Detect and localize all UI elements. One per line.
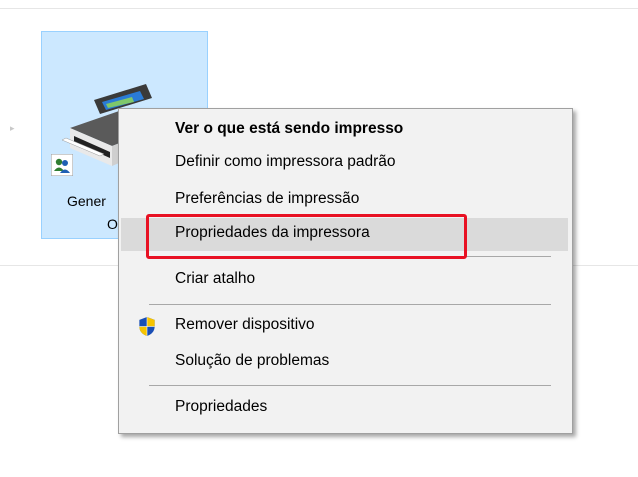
expand-arrow-icon: ▸ bbox=[10, 123, 15, 133]
menu-item-label: Solução de problemas bbox=[175, 352, 330, 369]
menu-separator bbox=[149, 385, 551, 386]
menu-item-print-preferences[interactable]: Preferências de impressão bbox=[121, 184, 568, 217]
menu-item-label: Ver o que está sendo impresso bbox=[175, 120, 404, 137]
menu-item-see-printing[interactable]: Ver o que está sendo impresso bbox=[121, 114, 568, 147]
users-icon bbox=[51, 154, 73, 176]
menu-item-troubleshoot[interactable]: Solução de problemas bbox=[121, 346, 568, 379]
menu-item-set-default[interactable]: Definir como impressora padrão bbox=[121, 147, 568, 180]
menu-item-label: Definir como impressora padrão bbox=[175, 153, 396, 170]
menu-item-label: Criar atalho bbox=[175, 270, 256, 287]
menu-separator bbox=[149, 304, 551, 305]
top-divider bbox=[0, 8, 638, 9]
menu-item-label: Preferências de impressão bbox=[175, 190, 360, 207]
menu-item-create-shortcut[interactable]: Criar atalho bbox=[121, 264, 568, 297]
menu-item-remove-device[interactable]: Remover dispositivo bbox=[121, 310, 568, 343]
context-menu: Ver o que está sendo impresso Definir co… bbox=[118, 108, 573, 434]
menu-item-label: Propriedades bbox=[175, 398, 268, 415]
menu-item-label: Remover dispositivo bbox=[175, 316, 315, 333]
uac-shield-icon bbox=[139, 316, 155, 337]
menu-item-properties[interactable]: Propriedades bbox=[121, 392, 568, 425]
highlight-annotation-box bbox=[146, 214, 467, 259]
